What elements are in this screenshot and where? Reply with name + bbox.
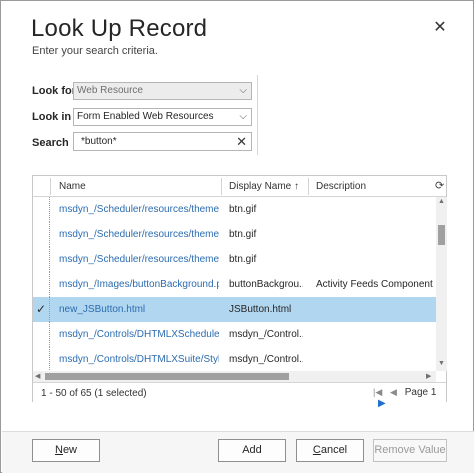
column-header-name[interactable]: Name <box>59 181 86 192</box>
grid-header: Name Display Name ↑ Description ⟳ <box>33 176 446 197</box>
table-row[interactable]: msdyn_/Scheduler/resources/themes... btn.… <box>33 197 436 222</box>
row-checkbox[interactable] <box>33 247 50 272</box>
grid-body: msdyn_/Scheduler/resources/themes... btn.… <box>33 197 436 371</box>
row-name-link[interactable]: msdyn_/Controls/DHTMLXSuite/Style... <box>59 347 219 371</box>
row-checkbox[interactable] <box>33 197 50 222</box>
look-for-value: Web Resource <box>77 85 143 96</box>
column-separator <box>50 178 51 195</box>
search-value: *button* <box>81 136 117 147</box>
pager: |◀ ◀ Page 1 ▶ <box>373 387 446 409</box>
row-name-link[interactable]: msdyn_/Images/buttonBackground.p... <box>59 272 219 297</box>
vertical-scrollbar[interactable]: ▲ ▼ <box>436 197 447 371</box>
row-checkbox[interactable]: ✓ <box>33 297 50 322</box>
cancel-button-label: ancel <box>320 444 348 456</box>
refresh-icon[interactable]: ⟳ <box>435 179 444 192</box>
table-row[interactable]: msdyn_/Controls/DHTMLXScheduler... msdyn_… <box>33 322 436 347</box>
vertical-scroll-thumb[interactable] <box>438 225 445 245</box>
row-display-name: msdyn_/Control... <box>229 329 303 340</box>
scroll-down-icon[interactable]: ▼ <box>436 360 447 367</box>
first-page-icon[interactable]: |◀ <box>373 387 382 398</box>
row-checkbox[interactable] <box>33 222 50 247</box>
horizontal-scroll-thumb[interactable] <box>45 373 289 380</box>
next-page-icon[interactable]: ▶ <box>378 398 386 409</box>
table-row[interactable]: msdyn_/Images/buttonBackground.p... butto… <box>33 272 436 297</box>
column-header-description[interactable]: Description <box>316 181 366 192</box>
chevron-down-icon: ⌵ <box>239 111 247 122</box>
row-name-link[interactable]: msdyn_/Scheduler/resources/themes... <box>59 197 219 222</box>
row-name-link[interactable]: msdyn_/Controls/DHTMLXScheduler... <box>59 322 219 347</box>
chevron-down-icon: ⌵ <box>239 85 247 96</box>
row-display-name: btn.gif <box>229 229 257 240</box>
remove-value-button[interactable]: Remove Value <box>373 439 447 462</box>
look-in-label: Look in <box>32 111 72 123</box>
dialog-title: Look Up Record <box>31 15 208 42</box>
row-display-name: btn.gif <box>229 204 257 215</box>
new-button-hotkey: N <box>54 444 63 456</box>
table-row[interactable]: msdyn_/Scheduler/resources/themes... btn.… <box>33 222 436 247</box>
page-number: Page 1 <box>404 387 437 398</box>
clear-search-icon[interactable]: ✕ <box>236 133 247 150</box>
look-in-select[interactable]: Form Enabled Web Resources ⌵ <box>73 108 252 126</box>
horizontal-scrollbar[interactable]: ◀ ▶ <box>33 371 436 382</box>
lookup-dialog: Look Up Record Enter your search criteri… <box>0 0 474 473</box>
row-description: Activity Feeds Component <box>316 279 433 290</box>
column-separator <box>308 178 309 195</box>
add-button[interactable]: Add <box>218 439 286 462</box>
look-for-label: Look for <box>32 85 76 97</box>
column-header-display-name[interactable]: Display Name ↑ <box>229 181 299 192</box>
new-button[interactable]: New <box>32 439 100 462</box>
table-row[interactable]: msdyn_/Scheduler/resources/themes... btn.… <box>33 247 436 272</box>
row-checkbox[interactable] <box>33 347 50 371</box>
row-display-name: btn.gif <box>229 254 257 265</box>
grid-footer: 1 - 50 of 65 (1 selected) |◀ ◀ Page 1 ▶ <box>33 382 446 409</box>
row-name-link[interactable]: msdyn_/Scheduler/resources/themes... <box>59 222 219 247</box>
row-checkbox[interactable] <box>33 272 50 297</box>
new-button-label: ew <box>62 444 77 456</box>
results-grid: Name Display Name ↑ Description ⟳ msdyn_… <box>32 175 447 409</box>
table-row[interactable]: msdyn_/Controls/DHTMLXSuite/Style... msdy… <box>33 347 436 371</box>
record-count: 1 - 50 of 65 (1 selected) <box>41 388 147 399</box>
sort-ascending-icon: ↑ <box>294 181 300 192</box>
row-checkbox[interactable] <box>33 322 50 347</box>
search-input[interactable]: *button* ✕ <box>73 132 252 151</box>
scroll-up-icon[interactable]: ▲ <box>436 198 447 205</box>
look-for-select[interactable]: Web Resource ⌵ <box>73 82 252 100</box>
row-name-link[interactable]: msdyn_/Scheduler/resources/themes... <box>59 247 219 272</box>
display-name-label: Display Name <box>229 181 292 192</box>
close-icon[interactable]: ✕ <box>431 19 449 37</box>
cancel-button-hotkey: C <box>312 444 321 456</box>
table-row[interactable]: ✓ new_JSButton.html JSButton.html <box>33 297 436 322</box>
column-separator <box>221 178 222 195</box>
look-in-value: Form Enabled Web Resources <box>77 111 214 122</box>
row-display-name: msdyn_/Control... <box>229 354 303 365</box>
scroll-left-icon[interactable]: ◀ <box>35 371 40 382</box>
row-display-name: JSButton.html <box>229 304 292 315</box>
criteria-divider <box>257 75 258 155</box>
row-name-link[interactable]: new_JSButton.html <box>59 297 219 322</box>
row-display-name: buttonBackgrou... <box>229 279 303 290</box>
cancel-button[interactable]: Cancel <box>296 439 364 462</box>
scroll-right-icon[interactable]: ▶ <box>426 371 431 382</box>
dialog-subtitle: Enter your search criteria. <box>32 45 158 57</box>
previous-page-icon[interactable]: ◀ <box>390 387 397 398</box>
search-label: Search <box>32 137 69 149</box>
